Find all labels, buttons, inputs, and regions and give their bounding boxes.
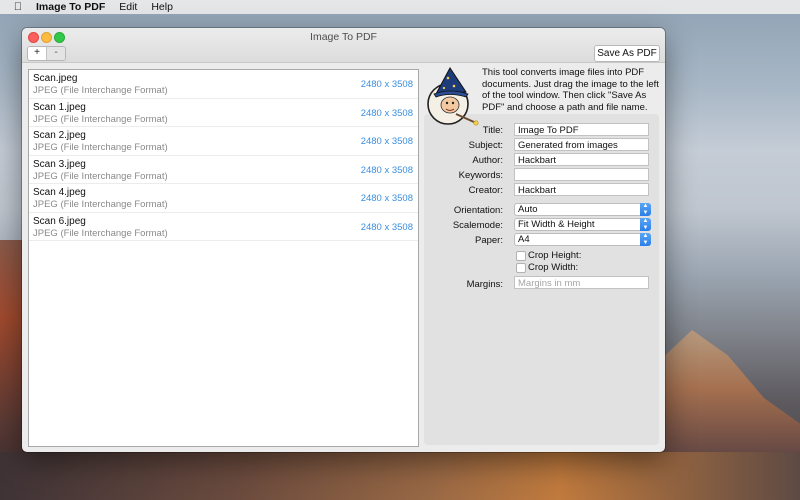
subject-field[interactable]: Generated from images (514, 138, 649, 151)
orientation-value: Auto (518, 204, 538, 215)
orientation-label: Orientation: (453, 205, 503, 216)
crop-width-checkbox[interactable] (516, 263, 526, 273)
save-as-pdf-button[interactable]: Save As PDF (594, 45, 660, 62)
crop-height-checkbox[interactable] (516, 251, 526, 261)
add-remove-control: + - (27, 46, 66, 61)
creator-field[interactable]: Hackbart (514, 183, 649, 196)
crop-width-label: Crop Width: (528, 262, 579, 273)
file-name: Scan 4.jpeg (33, 187, 86, 198)
file-dimensions: 2480 x 3508 (360, 221, 413, 233)
orientation-select[interactable]: Auto ▲ ▼ (514, 203, 651, 216)
file-type: JPEG (File Interchange Format) (33, 142, 168, 153)
file-name: Scan 6.jpeg (33, 215, 86, 227)
file-list[interactable]: Scan.jpeg JPEG (File Interchange Format)… (28, 69, 419, 447)
desktop-mountain-bottom (0, 452, 800, 500)
window-title: Image To PDF (310, 31, 377, 43)
paper-select[interactable]: A4 ▲ ▼ (514, 233, 651, 246)
scalemode-select[interactable]: Fit Width & Height ▲ ▼ (514, 218, 651, 231)
list-item[interactable]: Scan 6.jpeg JPEG (File Interchange Forma… (29, 213, 418, 241)
remove-button[interactable]: - (47, 47, 65, 60)
file-dimensions: 2480 x 3508 (360, 164, 413, 176)
file-name: Scan 3.jpeg (33, 158, 86, 170)
title-bar[interactable]: Image To PDF + - Save As PDF (22, 28, 665, 63)
author-label: Author: (472, 155, 503, 166)
creator-label: Creator: (468, 185, 503, 196)
title-label: Title: (482, 125, 503, 136)
file-dimensions: 2480 x 3508 (360, 193, 413, 204)
file-type: JPEG (File Interchange Format) (33, 227, 168, 239)
scalemode-value: Fit Width & Height (518, 219, 595, 230)
menu-help[interactable]: Help (151, 1, 173, 13)
apple-icon[interactable]:  (12, 1, 24, 13)
menu-app-name[interactable]: Image To PDF (36, 1, 105, 13)
file-type: JPEG (File Interchange Format) (33, 170, 168, 182)
title-field[interactable]: Image To PDF (514, 123, 649, 136)
list-item[interactable]: Scan 3.jpeg JPEG (File Interchange Forma… (29, 156, 418, 184)
crop-height-label: Crop Height: (528, 250, 582, 261)
margins-field[interactable]: Margins in mm (514, 276, 649, 289)
wizard-icon (426, 64, 482, 126)
file-dimensions: 2480 x 3508 (360, 136, 413, 147)
file-name: Scan.jpeg (33, 73, 78, 84)
scalemode-label: Scalemode: (452, 220, 503, 231)
file-name: Scan 1.jpeg (33, 101, 86, 113)
keywords-label: Keywords: (458, 170, 503, 181)
add-button[interactable]: + (28, 47, 47, 60)
list-item[interactable]: Scan 2.jpeg JPEG (File Interchange Forma… (29, 127, 418, 156)
file-type: JPEG (File Interchange Format) (33, 199, 168, 210)
chevron-updown-icon: ▲ ▼ (640, 218, 651, 231)
info-text: This tool converts image files into PDF … (482, 67, 659, 113)
file-dimensions: 2480 x 3508 (360, 107, 413, 119)
file-type: JPEG (File Interchange Format) (33, 85, 168, 96)
menu-edit[interactable]: Edit (119, 1, 137, 13)
chevron-updown-icon: ▲ ▼ (640, 203, 651, 216)
file-dimensions: 2480 x 3508 (360, 79, 413, 90)
menu-bar:  Image To PDF Edit Help (0, 0, 800, 14)
app-window: Image To PDF + - Save As PDF Scan.jpeg J… (22, 28, 665, 452)
subject-label: Subject: (468, 140, 503, 151)
paper-value: A4 (518, 234, 530, 245)
file-type: JPEG (File Interchange Format) (33, 113, 168, 125)
chevron-updown-icon: ▲ ▼ (640, 233, 651, 246)
list-item[interactable]: Scan 1.jpeg JPEG (File Interchange Forma… (29, 99, 418, 127)
author-field[interactable]: Hackbart (514, 153, 649, 166)
margins-label: Margins: (466, 279, 503, 290)
paper-label: Paper: (475, 235, 503, 246)
file-name: Scan 2.jpeg (33, 130, 86, 141)
keywords-field[interactable] (514, 168, 649, 181)
list-item[interactable]: Scan 4.jpeg JPEG (File Interchange Forma… (29, 184, 418, 213)
list-item[interactable]: Scan.jpeg JPEG (File Interchange Format)… (29, 70, 418, 99)
